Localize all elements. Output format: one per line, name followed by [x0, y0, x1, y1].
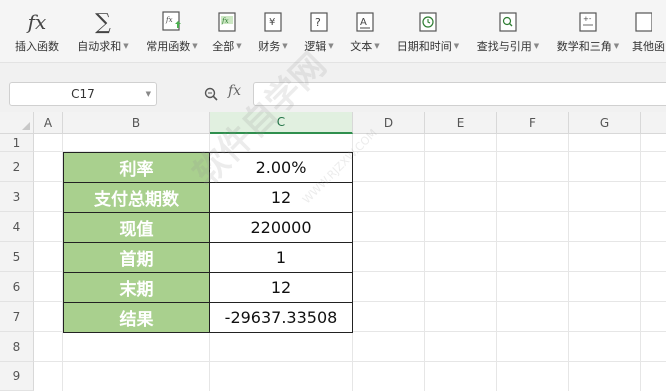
row-header-7[interactable]: 7 — [0, 302, 34, 332]
ribbon-label: 数学和三角 — [556, 40, 612, 53]
ribbon-label: 自动求和 — [77, 40, 122, 53]
datetime-button[interactable]: 日期和时间 ▼ — [392, 0, 464, 62]
logic-icon: ? — [309, 9, 329, 35]
common-functions-button[interactable]: fx 常用函数 ▼ — [140, 0, 204, 62]
sum-icon: ∑ — [95, 9, 111, 35]
value-cell-rate[interactable]: 2.00% — [209, 152, 353, 183]
label-cell-result[interactable]: 结果 — [63, 302, 210, 333]
svg-text:?: ? — [315, 16, 321, 29]
common-functions-icon: fx — [161, 9, 183, 35]
row-header-4[interactable]: 4 — [0, 212, 34, 242]
math-button[interactable]: +- 数学和三角 ▼ — [552, 0, 624, 62]
row-header-2[interactable]: 2 — [0, 152, 34, 182]
row-header-3[interactable]: 3 — [0, 182, 34, 212]
label-cell-end-period[interactable]: 末期 — [63, 272, 210, 303]
text-icon: A — [355, 9, 375, 35]
ribbon-label: 全部 — [212, 40, 235, 53]
value-cell-periods[interactable]: 12 — [209, 182, 353, 213]
chevron-down-icon: ▼ — [123, 42, 129, 50]
gridline — [424, 134, 425, 391]
column-header-b[interactable]: B — [63, 112, 210, 134]
gridline — [496, 134, 497, 391]
ribbon-label: 日期和时间 — [396, 40, 452, 53]
lookup-button[interactable]: 查找与引用 ▼ — [472, 0, 544, 62]
svg-text:fx: fx — [165, 16, 173, 24]
fx-icon[interactable]: fx — [228, 83, 241, 99]
svg-text:¥: ¥ — [269, 17, 275, 28]
value-cell-present-value[interactable]: 220000 — [209, 212, 353, 243]
column-header-a[interactable]: A — [34, 112, 63, 134]
column-header-e[interactable]: E — [425, 112, 497, 134]
label-cell-periods[interactable]: 支付总期数 — [63, 182, 210, 213]
column-header-d[interactable]: D — [353, 112, 425, 134]
other-functions-icon — [632, 9, 652, 35]
zoom-icon[interactable] — [201, 84, 221, 104]
row-header-5[interactable]: 5 — [0, 242, 34, 272]
row-header-8[interactable]: 8 — [0, 332, 34, 362]
value-cell-start-period[interactable]: 1 — [209, 242, 353, 273]
ribbon-label: 插入函数 — [15, 40, 59, 53]
gridline — [640, 134, 641, 391]
chevron-down-icon: ▼ — [374, 42, 380, 50]
chevron-down-icon: ▼ — [613, 42, 620, 50]
chevron-down-icon: ▼ — [328, 42, 334, 50]
row-header-6[interactable]: 6 — [0, 272, 34, 302]
gridline — [568, 134, 569, 391]
chevron-down-icon: ▼ — [533, 42, 540, 50]
column-header-h[interactable] — [641, 112, 666, 134]
function-icon: fx — [27, 10, 47, 34]
finance-icon: ¥ — [263, 9, 283, 35]
value-cell-result[interactable]: -29637.33508 — [209, 302, 353, 333]
column-header-c[interactable]: C — [210, 112, 353, 134]
autosum-button[interactable]: ∑ 自动求和 ▼ — [72, 0, 134, 62]
chevron-down-icon[interactable]: ▼ — [146, 90, 151, 98]
ribbon-label: 文本 — [350, 40, 373, 53]
select-all-corner[interactable] — [0, 112, 34, 134]
ribbon-label: 财务 — [258, 40, 281, 53]
lookup-icon — [498, 9, 518, 35]
value-cell-end-period[interactable]: 12 — [209, 272, 353, 303]
logic-button[interactable]: ? 逻辑 ▼ — [300, 0, 338, 62]
svg-text:fx: fx — [221, 17, 229, 25]
all-functions-button[interactable]: fx 全部 ▼ — [210, 0, 244, 62]
label-cell-rate[interactable]: 利率 — [63, 152, 210, 183]
svg-text:+-: +- — [583, 15, 592, 23]
ribbon-label: 逻辑 — [304, 40, 327, 53]
row-header-1[interactable]: 1 — [0, 134, 34, 152]
ribbon-label: 查找与引用 — [476, 40, 532, 53]
formula-bar: C17 ▼ fx — [0, 62, 666, 112]
label-cell-start-period[interactable]: 首期 — [63, 242, 210, 273]
chevron-down-icon: ▼ — [236, 42, 242, 50]
gridline — [34, 361, 666, 362]
all-functions-icon: fx — [217, 9, 237, 35]
text-button[interactable]: A 文本 ▼ — [346, 0, 384, 62]
chevron-down-icon: ▼ — [453, 42, 460, 50]
column-header-f[interactable]: F — [497, 112, 569, 134]
other-functions-button[interactable]: 其他函 — [632, 0, 666, 62]
svg-text:A: A — [360, 17, 367, 28]
datetime-icon — [418, 9, 438, 35]
label-cell-present-value[interactable]: 现值 — [63, 212, 210, 243]
function-ribbon: fx 插入函数 ∑ 自动求和 ▼ fx 常用函数 ▼ fx 全部 ▼ ¥ 财务 ▼ ? … — [0, 0, 666, 62]
finance-button[interactable]: ¥ 财务 ▼ — [254, 0, 292, 62]
name-box-value: C17 — [71, 87, 95, 101]
insert-function-button[interactable]: fx 插入函数 — [8, 0, 66, 62]
ribbon-label: 常用函数 — [146, 40, 191, 53]
column-header-g[interactable]: G — [569, 112, 641, 134]
row-header-9[interactable]: 9 — [0, 362, 34, 391]
formula-input[interactable] — [253, 82, 666, 106]
name-box[interactable]: C17 ▼ — [9, 82, 157, 106]
ribbon-label: 其他函 — [632, 40, 665, 53]
math-icon: +- — [578, 9, 598, 35]
chevron-down-icon: ▼ — [192, 42, 198, 50]
chevron-down-icon: ▼ — [282, 42, 288, 50]
